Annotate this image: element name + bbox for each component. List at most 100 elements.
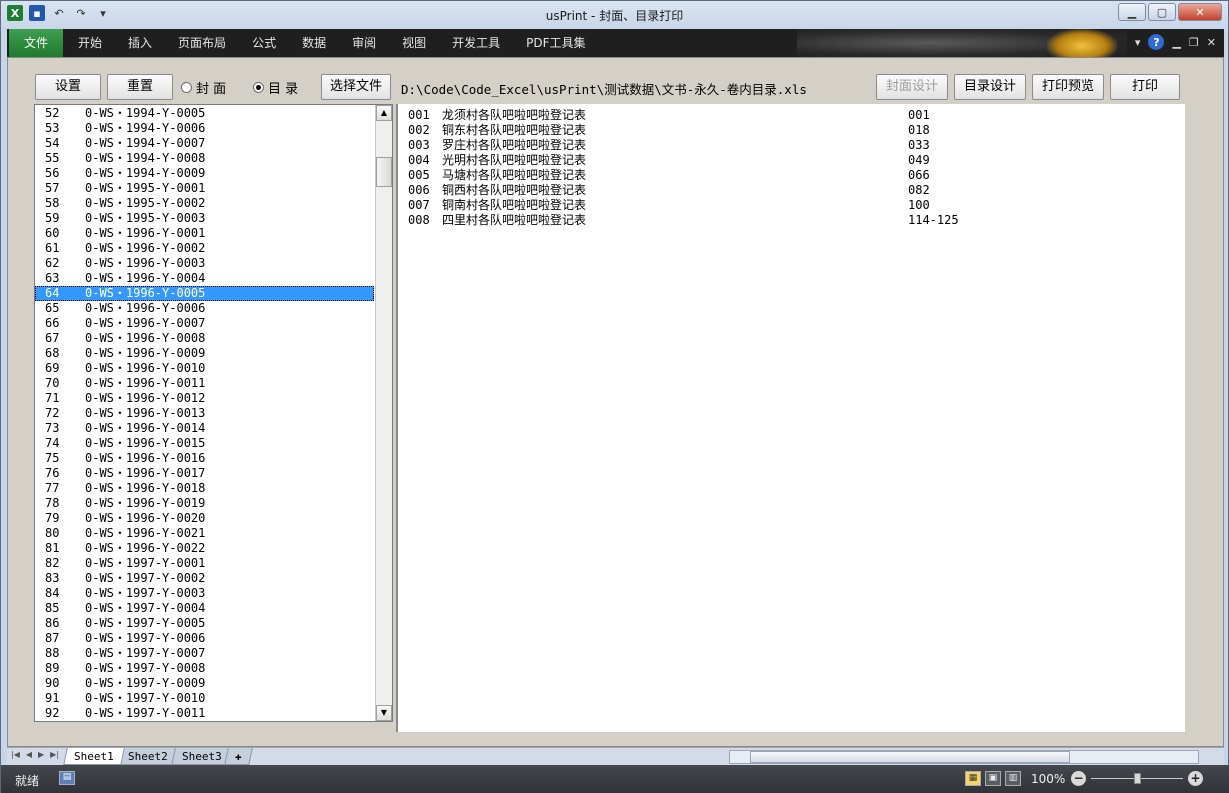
list-item[interactable]: 89 0-WS・1997-Y-0008 — [35, 661, 374, 676]
normal-view-icon[interactable]: ▦ — [965, 771, 981, 786]
list-item[interactable]: 58 0-WS・1995-Y-0002 — [35, 196, 374, 211]
choose-file-button[interactable]: 选择文件 — [321, 74, 391, 100]
workbook-close-icon[interactable]: ✕ — [1207, 36, 1216, 49]
list-item[interactable]: 55 0-WS・1994-Y-0008 — [35, 151, 374, 166]
help-icon[interactable]: ? — [1148, 34, 1165, 50]
zoom-out-icon[interactable]: − — [1071, 771, 1086, 786]
list-item[interactable]: 65 0-WS・1996-Y-0006 — [35, 301, 374, 316]
minimize-button[interactable]: ▁ — [1118, 3, 1146, 21]
list-item[interactable]: 86 0-WS・1997-Y-0005 — [35, 616, 374, 631]
list-item[interactable]: 62 0-WS・1996-Y-0003 — [35, 256, 374, 271]
first-sheet-icon[interactable]: |◀ — [11, 750, 20, 759]
list-item[interactable]: 82 0-WS・1997-Y-0001 — [35, 556, 374, 571]
list-item[interactable]: 53 0-WS・1994-Y-0006 — [35, 121, 374, 136]
list-item[interactable]: 69 0-WS・1996-Y-0010 — [35, 361, 374, 376]
list-item[interactable]: 91 0-WS・1997-Y-0010 — [35, 691, 374, 706]
ribbon-tab-0[interactable]: 文件 — [9, 29, 64, 57]
zoom-level[interactable]: 100% — [1031, 772, 1065, 786]
toc-row-page: 082 — [908, 183, 930, 197]
sheet-tab-3[interactable]: Sheet3 — [170, 748, 233, 765]
list-item[interactable]: 59 0-WS・1995-Y-0003 — [35, 211, 374, 226]
horizontal-scroll-thumb[interactable] — [750, 751, 1070, 763]
ribbon-tab-6[interactable]: 审阅 — [339, 29, 389, 57]
ribbon-tab-8[interactable]: 开发工具 — [439, 29, 513, 57]
list-item[interactable]: 72 0-WS・1996-Y-0013 — [35, 406, 374, 421]
scroll-up-arrow-icon[interactable]: ▲ — [376, 105, 392, 121]
list-vertical-scrollbar[interactable]: ▲ ▼ — [375, 105, 392, 721]
close-button[interactable]: ✕ — [1178, 3, 1222, 21]
list-item[interactable]: 56 0-WS・1994-Y-0009 — [35, 166, 374, 181]
list-item[interactable]: 52 0-WS・1994-Y-0005 — [35, 106, 374, 121]
list-item[interactable]: 57 0-WS・1995-Y-0001 — [35, 181, 374, 196]
minimize-ribbon-icon[interactable]: ▾ — [1135, 36, 1141, 49]
zoom-in-icon[interactable]: + — [1188, 771, 1203, 786]
cover-design-button[interactable]: 封面设计 — [876, 74, 948, 100]
scroll-down-arrow-icon[interactable]: ▼ — [376, 705, 392, 721]
toc-design-button[interactable]: 目录设计 — [954, 74, 1026, 100]
list-item[interactable]: 81 0-WS・1996-Y-0022 — [35, 541, 374, 556]
ribbon-tab-4[interactable]: 公式 — [239, 29, 289, 57]
toc-radio-dot[interactable] — [253, 82, 264, 93]
page-break-view-icon[interactable]: ▥ — [1005, 771, 1021, 786]
maximize-button[interactable]: ▢ — [1148, 3, 1176, 21]
list-item[interactable]: 66 0-WS・1996-Y-0007 — [35, 316, 374, 331]
print-preview-button[interactable]: 打印预览 — [1032, 74, 1104, 100]
list-item[interactable]: 88 0-WS・1997-Y-0007 — [35, 646, 374, 661]
ribbon-tab-1[interactable]: 开始 — [65, 29, 115, 57]
list-item[interactable]: 74 0-WS・1996-Y-0015 — [35, 436, 374, 451]
macro-record-icon[interactable]: ▤ — [59, 771, 75, 785]
list-item[interactable]: 87 0-WS・1997-Y-0006 — [35, 631, 374, 646]
list-item[interactable]: 92 0-WS・1997-Y-0011 — [35, 706, 374, 721]
ribbon-tab-3[interactable]: 页面布局 — [165, 29, 239, 57]
ribbon-tab-5[interactable]: 数据 — [289, 29, 339, 57]
volume-listbox[interactable]: 52 0-WS・1994-Y-0005 53 0-WS・1994-Y-0006 54 0-… — [34, 104, 393, 722]
ribbon-tab-9[interactable]: PDF工具集 — [513, 29, 598, 57]
list-item[interactable]: 80 0-WS・1996-Y-0021 — [35, 526, 374, 541]
toc-row-title: 四里村各队吧啦吧啦登记表 — [442, 213, 587, 227]
list-item[interactable]: 68 0-WS・1996-Y-0009 — [35, 346, 374, 361]
list-item[interactable]: 78 0-WS・1996-Y-0019 — [35, 496, 374, 511]
list-item-number: 87 — [45, 631, 60, 645]
list-item[interactable]: 79 0-WS・1996-Y-0020 — [35, 511, 374, 526]
cover-radio-dot[interactable] — [181, 82, 192, 93]
scroll-thumb[interactable] — [376, 157, 392, 187]
reset-button[interactable]: 重置 — [107, 74, 173, 100]
insert-sheet-icon[interactable]: ✚ — [224, 748, 253, 765]
ribbon-tab-2[interactable]: 插入 — [115, 29, 165, 57]
ribbon-right-controls: ▾ ? ▁ ❐ ✕ — [1135, 34, 1216, 50]
page-layout-view-icon[interactable]: ▣ — [985, 771, 1001, 786]
list-item[interactable]: 90 0-WS・1997-Y-0009 — [35, 676, 374, 691]
list-item-number: 70 — [45, 376, 60, 390]
list-item[interactable]: 77 0-WS・1996-Y-0018 — [35, 481, 374, 496]
ribbon-tab-7[interactable]: 视图 — [389, 29, 439, 57]
list-item[interactable]: 63 0-WS・1996-Y-0004 — [35, 271, 374, 286]
zoom-slider-thumb[interactable] — [1134, 773, 1141, 784]
list-item[interactable]: 75 0-WS・1996-Y-0016 — [35, 451, 374, 466]
list-item[interactable]: 67 0-WS・1996-Y-0008 — [35, 331, 374, 346]
sheet-tab-1[interactable]: Sheet1 — [63, 748, 125, 765]
next-sheet-icon[interactable]: ▶ — [38, 750, 44, 759]
list-item[interactable]: 85 0-WS・1997-Y-0004 — [35, 601, 374, 616]
list-item[interactable]: 60 0-WS・1996-Y-0001 — [35, 226, 374, 241]
settings-button[interactable]: 设置 — [35, 74, 101, 100]
list-item[interactable]: 73 0-WS・1996-Y-0014 — [35, 421, 374, 436]
list-item[interactable]: 64 0-WS・1996-Y-0005 — [35, 286, 374, 301]
print-button[interactable]: 打印 — [1110, 74, 1180, 100]
workbook-minimize-icon[interactable]: ▁ — [1172, 36, 1180, 49]
list-item[interactable]: 76 0-WS・1996-Y-0017 — [35, 466, 374, 481]
last-sheet-icon[interactable]: ▶| — [50, 750, 59, 759]
sheet-tab-2[interactable]: Sheet2 — [116, 748, 179, 765]
list-item[interactable]: 83 0-WS・1997-Y-0002 — [35, 571, 374, 586]
list-item[interactable]: 70 0-WS・1996-Y-0011 — [35, 376, 374, 391]
cover-radio[interactable]: 封 面 — [181, 78, 226, 97]
list-item[interactable]: 84 0-WS・1997-Y-0003 — [35, 586, 374, 601]
workbook-restore-icon[interactable]: ❐ — [1189, 36, 1199, 49]
toc-detail-panel: 001 龙须村各队吧啦吧啦登记表 001 002 铜东村各队吧啦吧啦登记表 018 003 罗… — [396, 104, 1185, 732]
list-item[interactable]: 61 0-WS・1996-Y-0002 — [35, 241, 374, 256]
list-item-code: 0-WS・1996-Y-0007 — [85, 316, 206, 330]
toc-radio[interactable]: 目 录 — [253, 78, 298, 97]
list-item[interactable]: 54 0-WS・1994-Y-0007 — [35, 136, 374, 151]
list-item[interactable]: 71 0-WS・1996-Y-0012 — [35, 391, 374, 406]
horizontal-scrollbar[interactable] — [729, 750, 1199, 764]
prev-sheet-icon[interactable]: ◀ — [26, 750, 32, 759]
